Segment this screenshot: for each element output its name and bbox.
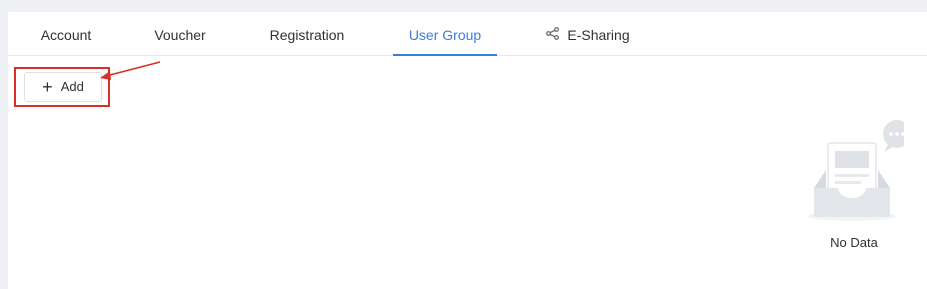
tab-e-sharing[interactable]: E-Sharing	[538, 12, 638, 56]
tab-voucher[interactable]: Voucher	[140, 12, 220, 56]
empty-state: No Data	[804, 120, 911, 250]
empty-inbox-icon	[808, 120, 911, 221]
share-icon	[546, 12, 560, 58]
tab-registration[interactable]: Registration	[258, 12, 356, 56]
tab-account-label: Account	[40, 27, 92, 43]
tab-voucher-label: Voucher	[154, 27, 206, 43]
tab-user-group-label: User Group	[408, 27, 482, 43]
tab-account[interactable]: Account	[28, 12, 104, 56]
tab-registration-label: Registration	[269, 27, 345, 43]
annotation-highlight-box	[14, 67, 110, 107]
tab-bar: Account Voucher Registration User Group …	[8, 12, 927, 56]
empty-state-label: No Data	[830, 235, 878, 250]
tab-user-group[interactable]: User Group	[393, 12, 497, 56]
annotation-arrow	[100, 61, 161, 80]
main-panel: Account Voucher Registration User Group …	[8, 12, 927, 289]
active-tab-indicator	[393, 54, 497, 56]
tab-e-sharing-label: E-Sharing	[567, 27, 630, 43]
